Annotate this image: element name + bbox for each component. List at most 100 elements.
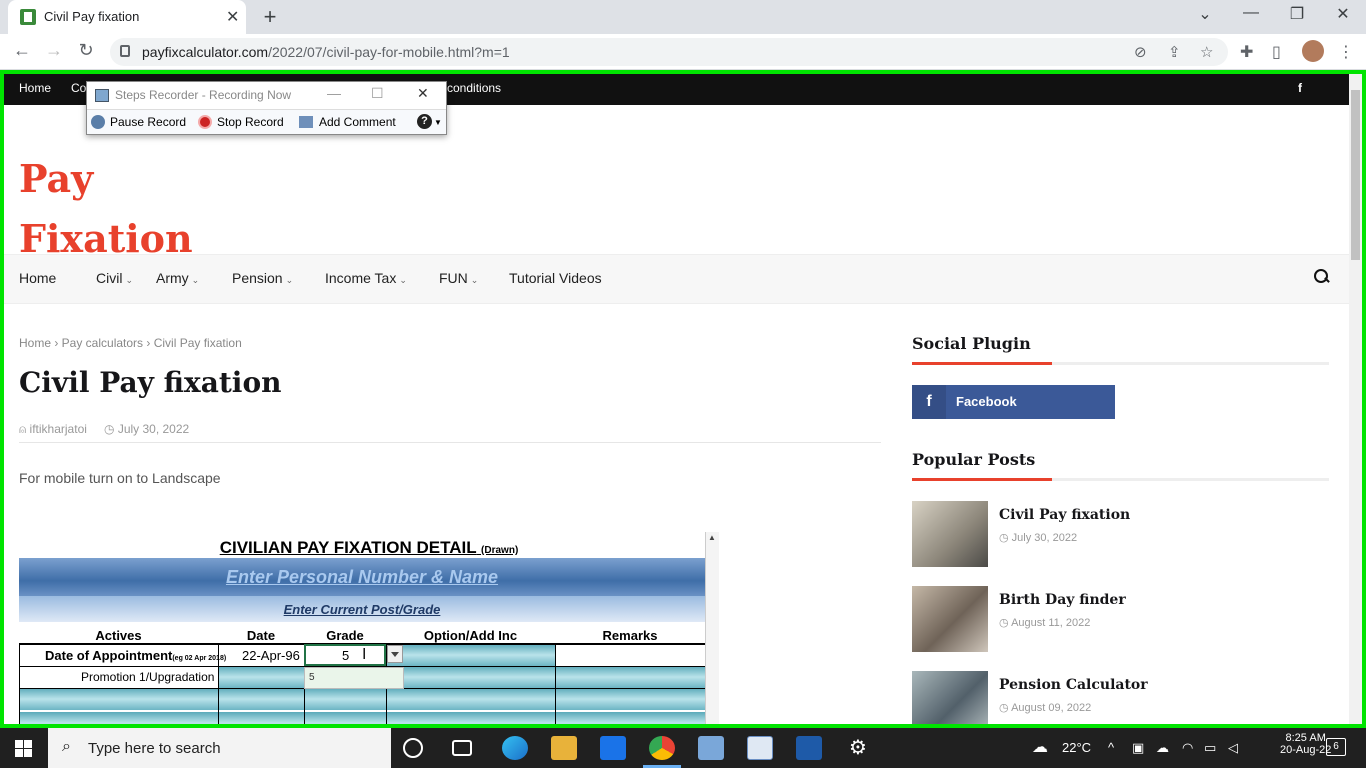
help-icon[interactable]: ? — [417, 114, 432, 129]
comment-icon[interactable] — [299, 116, 313, 128]
steps-recorder-taskbar-icon[interactable] — [747, 736, 773, 760]
weather-icon[interactable]: ☁ — [1032, 737, 1048, 757]
post-title-link[interactable]: Pension Calculator — [999, 677, 1148, 693]
weather-temp[interactable]: 22°C — [1062, 740, 1091, 755]
cortana-icon[interactable] — [403, 738, 423, 758]
steps-recorder-window[interactable]: Steps Recorder - Recording Now — ☐ ✕ Pau… — [86, 81, 447, 135]
profile-avatar[interactable] — [1302, 40, 1324, 62]
battery-icon[interactable]: ▭ — [1204, 740, 1216, 756]
post-title-link[interactable]: Civil Pay fixation — [999, 507, 1130, 523]
stop-icon[interactable] — [198, 115, 212, 129]
nav-pension[interactable]: Pension ⌄ — [232, 270, 293, 286]
wifi-icon[interactable]: ◠ — [1182, 740, 1193, 756]
scrollbar-thumb[interactable] — [1351, 90, 1360, 260]
menu-kebab-icon[interactable]: ⋮ — [1338, 42, 1354, 62]
date-cell-2[interactable] — [218, 666, 304, 688]
appointment-date-value[interactable]: 22-Apr-96 — [242, 648, 300, 663]
meet-now-icon[interactable]: ▣ — [1132, 740, 1144, 756]
nav-fun[interactable]: FUN ⌄ — [439, 270, 478, 286]
new-tab-button[interactable]: + — [256, 4, 284, 30]
file-explorer-icon[interactable] — [551, 736, 577, 760]
taskbar-clock[interactable]: 8:25 AM 20-Aug-22 — [1280, 732, 1331, 756]
topbar-link-home[interactable]: Home — [19, 81, 51, 95]
nav-tutorial-videos[interactable]: Tutorial Videos — [509, 270, 602, 286]
site-logo-line1[interactable]: Pay — [19, 156, 93, 201]
post-thumbnail[interactable] — [912, 501, 988, 567]
bookmark-star-icon[interactable]: ☆ — [1200, 43, 1213, 61]
edge-icon[interactable] — [502, 736, 528, 760]
grade-input[interactable]: 5 I — [304, 644, 386, 666]
extensions-icon[interactable]: ✚ — [1240, 42, 1253, 62]
taskbar-search-box[interactable]: ⌕ Type here to search — [48, 728, 391, 768]
post-author[interactable]: ⍝ iftikharjatoi — [19, 422, 87, 437]
popular-post[interactable]: Birth Day finder ◷ August 11, 2022 — [912, 586, 1332, 652]
chevron-down-icon: ⌄ — [191, 275, 200, 285]
nav-income-tax[interactable]: Income Tax ⌄ — [325, 270, 407, 286]
minimize-icon[interactable]: — — [327, 85, 341, 101]
breadcrumb[interactable]: Home › Pay calculators › Civil Pay fixat… — [19, 336, 242, 350]
close-window-button[interactable]: ✕ — [1320, 4, 1366, 24]
post-intro: For mobile turn on to Landscape — [19, 470, 221, 486]
nav-civil[interactable]: Civil ⌄ — [96, 270, 133, 286]
minimize-button[interactable]: — — [1228, 4, 1274, 22]
notification-center-icon[interactable]: 6 — [1326, 738, 1346, 756]
browser-toolbar: ← → ↻ payfixcalculator.com/2022/07/civil… — [0, 34, 1366, 70]
nav-army[interactable]: Army ⌄ — [156, 270, 199, 286]
windows-taskbar: ⌕ Type here to search ⚙ ☁ 22°C ^ ▣ ☁ ◠ ▭… — [0, 728, 1366, 768]
nav-home[interactable]: Home — [19, 270, 56, 286]
grade-dropdown-list[interactable]: 5 — [304, 667, 404, 689]
chrome-icon[interactable] — [643, 736, 681, 768]
main-nav: Home Civil ⌄ Army ⌄ Pension ⌄ Income Tax ⌄ F… — [4, 254, 1349, 304]
tab-close-icon[interactable]: ✕ — [226, 7, 239, 27]
post-thumbnail[interactable] — [912, 586, 988, 652]
option-cell-1[interactable] — [386, 644, 555, 666]
stop-record-button[interactable]: Stop Record — [217, 115, 284, 129]
volume-icon[interactable]: ◁ — [1228, 740, 1238, 756]
current-post-band[interactable]: Enter Current Post/Grade — [19, 596, 705, 622]
start-windows-icon[interactable] — [15, 740, 32, 757]
tracking-off-icon[interactable]: ⊘ — [1134, 43, 1147, 61]
sheet-scrollbar[interactable] — [705, 532, 719, 724]
browser-tabstrip: Civil Pay fixation ✕ + ⌄ — ❐ ✕ — [0, 0, 1366, 34]
onedrive-icon[interactable]: ☁ — [1156, 740, 1169, 756]
topbar-link-conditions[interactable]: conditions — [447, 81, 501, 95]
topbar-link-contact[interactable]: Co — [71, 81, 86, 95]
page-scrollbar[interactable] — [1349, 74, 1362, 724]
help-dropdown-icon[interactable]: ▼ — [434, 118, 442, 127]
back-icon[interactable]: ← — [10, 40, 34, 61]
settings-gear-icon[interactable]: ⚙ — [845, 736, 871, 760]
table-row[interactable] — [19, 712, 705, 724]
address-bar[interactable]: payfixcalculator.com/2022/07/civil-pay-f… — [110, 38, 1228, 66]
option-cell-2[interactable] — [386, 666, 705, 688]
tray-overflow-icon[interactable]: ^ — [1108, 740, 1114, 755]
table-row[interactable] — [19, 688, 705, 710]
pause-icon[interactable] — [91, 115, 105, 129]
restore-button[interactable]: ❐ — [1274, 4, 1320, 24]
search-icon[interactable] — [1314, 269, 1330, 285]
post-thumbnail[interactable] — [912, 671, 988, 724]
grade-dropdown-arrow-icon[interactable] — [387, 645, 403, 663]
forward-icon[interactable]: → — [42, 40, 66, 61]
popular-post[interactable]: Civil Pay fixation ◷ July 30, 2022 — [912, 501, 1332, 567]
pay-fixation-sheet[interactable]: CIVILIAN PAY FIXATION DETAIL (Drawn) Ent… — [19, 532, 719, 724]
pause-record-button[interactable]: Pause Record — [110, 115, 186, 129]
share-icon[interactable]: ⇪ — [1168, 43, 1181, 61]
task-view-icon[interactable] — [452, 740, 472, 756]
facebook-button[interactable]: f Facebook — [912, 385, 1115, 419]
post-title-link[interactable]: Birth Day finder — [999, 592, 1126, 608]
popular-posts-heading: Popular Posts — [912, 450, 1036, 469]
mail-icon[interactable] — [600, 736, 626, 760]
add-comment-button[interactable]: Add Comment — [319, 115, 396, 129]
close-icon[interactable]: ✕ — [417, 85, 429, 102]
dropdown-option[interactable]: 5 — [309, 672, 315, 683]
side-panel-icon[interactable]: ▯ — [1272, 42, 1281, 62]
popular-post[interactable]: Pension Calculator ◷ August 09, 2022 — [912, 671, 1332, 724]
reload-icon[interactable]: ↻ — [74, 40, 98, 61]
tab-search-icon[interactable]: ⌄ — [1182, 4, 1228, 24]
paint-icon[interactable] — [698, 736, 724, 760]
browser-tab[interactable]: Civil Pay fixation ✕ — [8, 0, 246, 34]
recorder-titlebar[interactable]: Steps Recorder - Recording Now — ☐ ✕ — [87, 82, 446, 109]
facebook-icon[interactable]: f — [1298, 81, 1302, 95]
video-editor-icon[interactable] — [796, 736, 822, 760]
personal-number-band[interactable]: Enter Personal Number & Name — [19, 558, 705, 596]
